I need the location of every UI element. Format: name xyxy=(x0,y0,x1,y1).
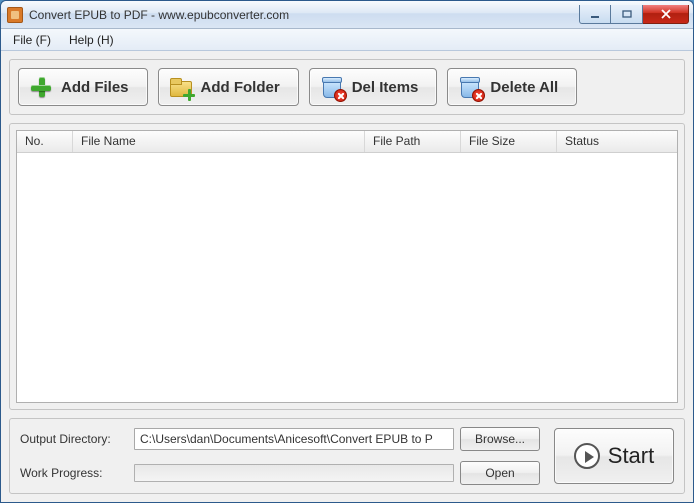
delete-all-button[interactable]: Delete All xyxy=(447,68,577,106)
col-file-size[interactable]: File Size xyxy=(461,131,557,152)
close-icon xyxy=(660,9,672,19)
minimize-button[interactable] xyxy=(579,5,611,24)
output-dir-input[interactable] xyxy=(134,428,454,450)
app-icon xyxy=(7,7,23,23)
delete-all-label: Delete All xyxy=(490,79,558,96)
plus-icon xyxy=(29,75,53,99)
progress-bar xyxy=(134,464,454,482)
maximize-button[interactable] xyxy=(611,5,643,24)
title-bar: Convert EPUB to PDF - www.epubconverter.… xyxy=(1,1,693,29)
col-file-path[interactable]: File Path xyxy=(365,131,461,152)
menu-help[interactable]: Help (H) xyxy=(61,31,122,49)
trash-x-icon xyxy=(458,75,482,99)
col-no[interactable]: No. xyxy=(17,131,73,152)
app-window: Convert EPUB to PDF - www.epubconverter.… xyxy=(0,0,694,503)
folder-plus-icon xyxy=(169,75,193,99)
client-area: Add Files Add Folder Del Items Delete Al… xyxy=(1,51,693,502)
file-list-panel: No. File Name File Path File Size Status xyxy=(9,123,685,410)
toolbar: Add Files Add Folder Del Items Delete Al… xyxy=(9,59,685,115)
add-files-button[interactable]: Add Files xyxy=(18,68,148,106)
del-items-button[interactable]: Del Items xyxy=(309,68,438,106)
browse-button[interactable]: Browse... xyxy=(460,427,540,451)
list-body xyxy=(17,153,677,402)
open-button[interactable]: Open xyxy=(460,461,540,485)
col-status[interactable]: Status xyxy=(557,131,677,152)
minimize-icon xyxy=(590,10,600,18)
output-dir-label: Output Directory: xyxy=(20,432,128,446)
window-controls xyxy=(579,5,689,24)
close-button[interactable] xyxy=(643,5,689,24)
menu-bar: File (F) Help (H) xyxy=(1,29,693,51)
file-list[interactable]: No. File Name File Path File Size Status xyxy=(16,130,678,403)
col-file-name[interactable]: File Name xyxy=(73,131,365,152)
bottom-panel: Output Directory: Browse... Work Progres… xyxy=(9,418,685,494)
start-label: Start xyxy=(608,443,654,469)
start-button[interactable]: Start xyxy=(554,428,674,484)
del-items-label: Del Items xyxy=(352,79,419,96)
output-dir-row: Output Directory: Browse... xyxy=(20,427,540,451)
play-icon xyxy=(574,443,600,469)
maximize-icon xyxy=(622,10,632,18)
add-folder-button[interactable]: Add Folder xyxy=(158,68,299,106)
window-title: Convert EPUB to PDF - www.epubconverter.… xyxy=(29,8,289,22)
add-files-label: Add Files xyxy=(61,79,129,96)
trash-x-icon xyxy=(320,75,344,99)
progress-label: Work Progress: xyxy=(20,466,128,480)
progress-row: Work Progress: Open xyxy=(20,461,540,485)
menu-file[interactable]: File (F) xyxy=(5,31,59,49)
add-folder-label: Add Folder xyxy=(201,79,280,96)
list-header: No. File Name File Path File Size Status xyxy=(17,131,677,153)
